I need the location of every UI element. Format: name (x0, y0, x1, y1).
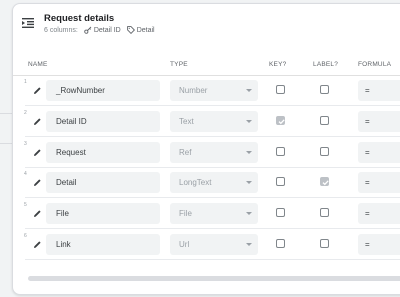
column-name-input[interactable]: File (46, 203, 160, 225)
type-value: Ref (179, 147, 192, 157)
checkmark-icon (322, 180, 329, 186)
key-checkbox[interactable] (276, 146, 285, 156)
label-checkbox[interactable] (320, 208, 329, 218)
label-checkbox[interactable] (320, 177, 329, 187)
table-row: 3 Request Ref = (13, 138, 400, 168)
type-select[interactable]: Url (170, 234, 258, 255)
formula-input[interactable]: = (358, 80, 400, 101)
formula-input[interactable]: = (358, 110, 400, 132)
type-select[interactable]: File (170, 203, 258, 225)
type-value: File (179, 209, 192, 219)
key-chip[interactable]: Detail ID (84, 26, 121, 34)
column-header-type: TYPE (170, 61, 188, 68)
table-row: 5 File File = (13, 199, 400, 230)
pencil-icon[interactable] (33, 117, 42, 126)
pencil-icon[interactable] (33, 178, 42, 187)
type-select[interactable]: LongText (170, 172, 258, 194)
table-card: Request details 6 columns: Detail ID Det… (12, 3, 400, 295)
table-row: 1 _RowNumber Number = (13, 76, 400, 106)
label-checkbox[interactable] (320, 146, 329, 156)
pencil-icon[interactable] (33, 148, 42, 157)
column-header-key: KEY? (269, 61, 287, 68)
chevron-down-icon (246, 243, 252, 246)
column-name-input[interactable]: Link (46, 234, 160, 255)
pencil-icon[interactable] (33, 86, 42, 95)
column-header-name: NAME (28, 61, 48, 68)
column-name-input[interactable]: Detail ID (46, 110, 160, 132)
column-name-input[interactable]: Detail (46, 172, 160, 194)
label-chip[interactable]: Detail (126, 26, 155, 34)
column-header-formula: FORMULA (358, 61, 392, 68)
type-value: Number (179, 86, 208, 95)
table-header: Request details 6 columns: Detail ID Det… (13, 4, 400, 50)
column-name-input[interactable]: _RowNumber (46, 80, 160, 101)
label-chip-label: Detail (136, 26, 155, 34)
formula-input[interactable]: = (358, 203, 400, 225)
formula-input[interactable]: = (358, 141, 400, 163)
column-count: 6 columns: (44, 26, 78, 34)
label-checkbox[interactable] (320, 85, 329, 94)
label-checkbox[interactable] (320, 115, 329, 125)
collapse-list-icon[interactable] (22, 18, 34, 28)
row-number: 3 (24, 140, 27, 147)
key-checkbox[interactable] (276, 239, 285, 248)
formula-input[interactable]: = (358, 234, 400, 255)
column-header-label: LABEL? (313, 61, 339, 68)
row-number: 1 (24, 79, 27, 85)
type-select[interactable]: Number (170, 80, 258, 101)
chevron-down-icon (246, 119, 252, 123)
row-divider (25, 259, 400, 260)
pencil-icon[interactable] (33, 240, 42, 249)
pencil-icon[interactable] (33, 209, 42, 218)
type-value: Text (179, 116, 194, 126)
key-chip-label: Detail ID (93, 26, 121, 34)
type-value: LongText (179, 178, 212, 188)
chevron-down-icon (246, 181, 252, 185)
horizontal-scrollbar[interactable] (28, 276, 400, 281)
table-title: Request details (44, 13, 115, 24)
row-number: 5 (24, 202, 27, 209)
checkmark-icon (278, 119, 285, 125)
label-checkbox[interactable] (320, 239, 329, 248)
type-value: Url (179, 240, 190, 249)
chevron-down-icon (246, 212, 252, 216)
row-number: 4 (24, 171, 27, 178)
label-tag-icon (126, 26, 135, 34)
chevron-down-icon (246, 150, 252, 154)
key-checkbox[interactable] (276, 208, 285, 218)
key-checkbox[interactable] (276, 177, 285, 187)
type-select[interactable]: Text (170, 110, 258, 132)
table-meta: 6 columns: Detail ID Detail (44, 26, 155, 34)
row-number: 2 (24, 109, 27, 116)
key-checkbox[interactable] (276, 115, 285, 125)
chevron-down-icon (246, 89, 252, 92)
key-checkbox[interactable] (276, 85, 285, 94)
column-name-input[interactable]: Request (46, 141, 160, 163)
row-number: 6 (24, 233, 27, 239)
table-row: 4 Detail LongText = (13, 168, 400, 199)
table-row: 2 Detail ID Text = (13, 107, 400, 137)
key-icon (84, 26, 92, 34)
type-select[interactable]: Ref (170, 141, 258, 163)
table-row: 6 Link Url = (13, 230, 400, 260)
formula-input[interactable]: = (358, 172, 400, 194)
